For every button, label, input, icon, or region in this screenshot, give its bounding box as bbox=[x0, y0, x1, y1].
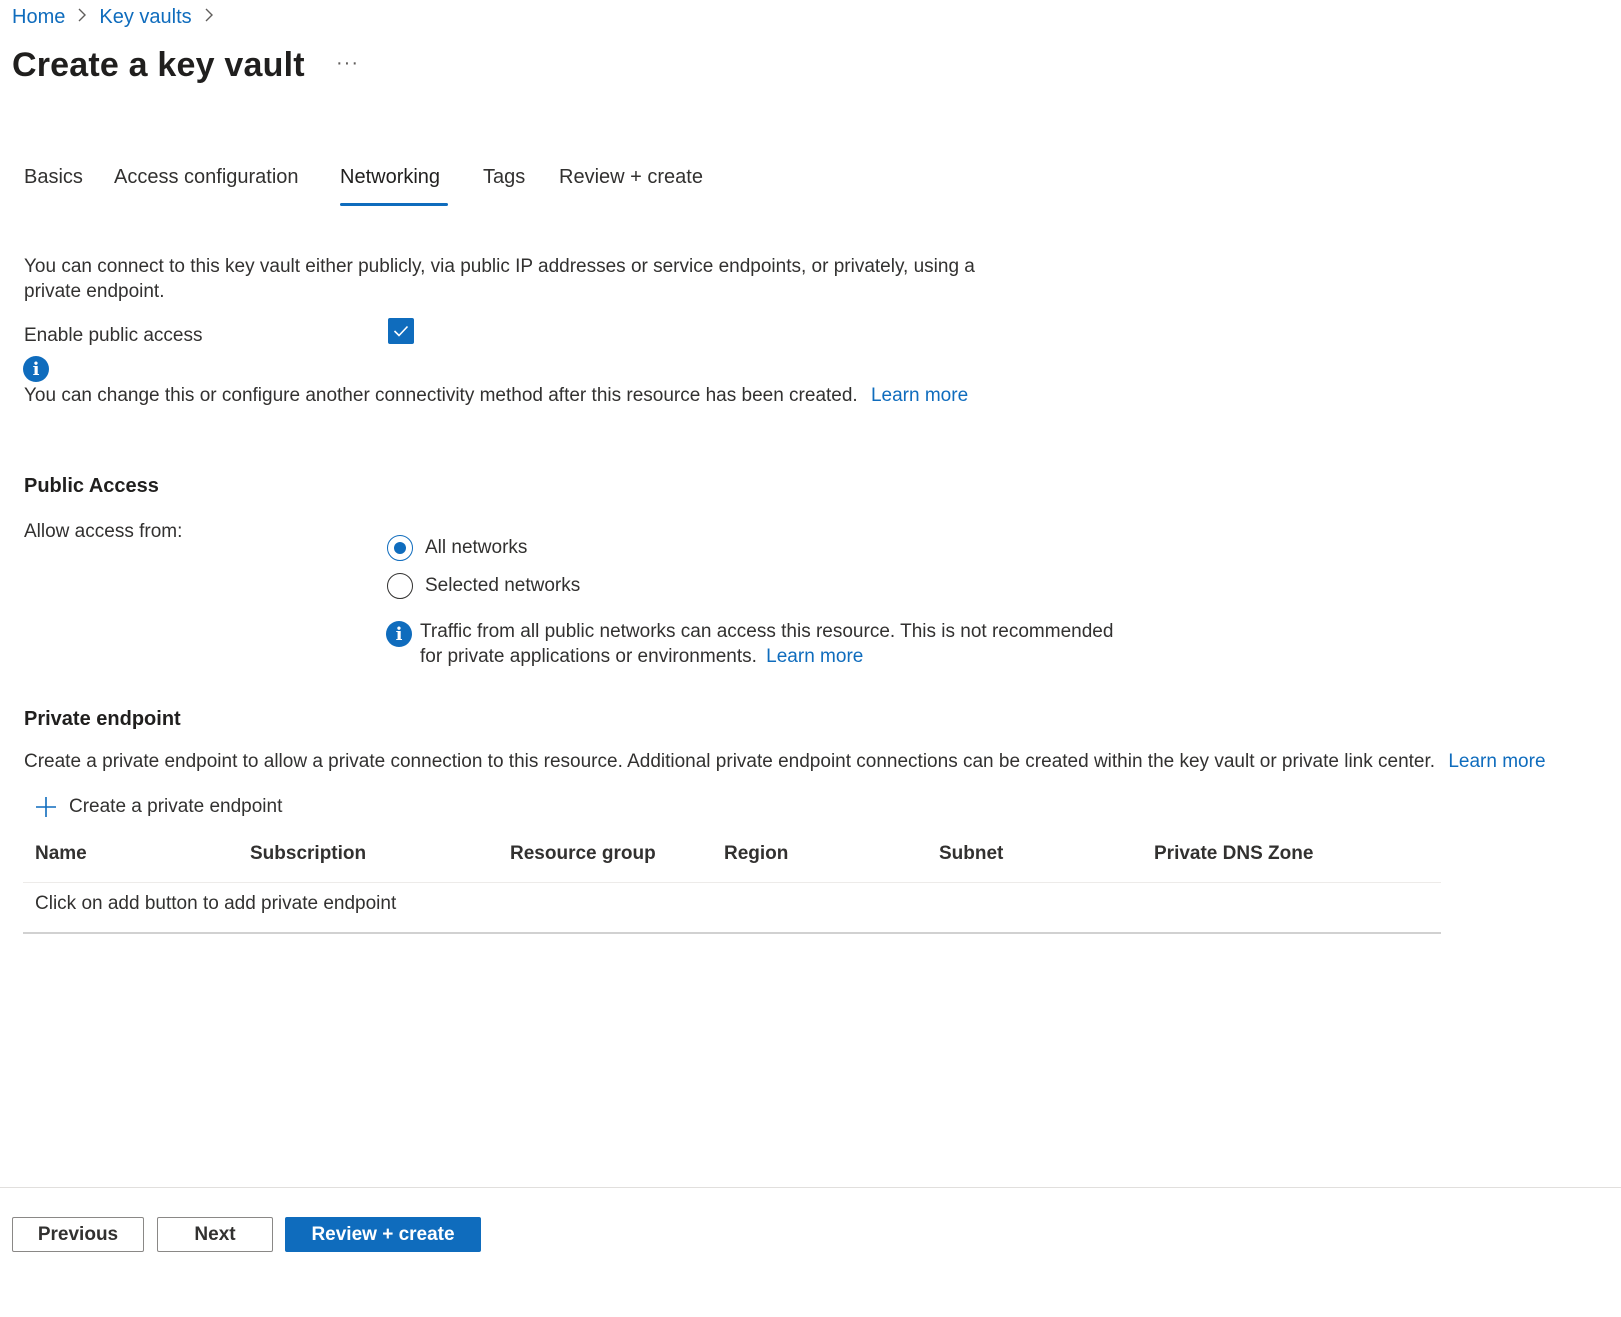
active-tab-indicator bbox=[340, 203, 448, 206]
public-access-learn-more-link[interactable]: Learn more bbox=[766, 646, 863, 667]
footer-divider bbox=[0, 1187, 1621, 1188]
public-access-info-line2-text: for private applications or environments… bbox=[420, 646, 757, 667]
public-access-info-line1: Traffic from all public networks can acc… bbox=[420, 621, 1114, 642]
tab-tags[interactable]: Tags bbox=[483, 166, 525, 189]
column-header-resource-group: Resource group bbox=[510, 843, 656, 864]
radio-selected-networks-label: Selected networks bbox=[425, 575, 581, 596]
radio-circle-selected bbox=[387, 535, 413, 561]
review-create-button[interactable]: Review + create bbox=[285, 1217, 481, 1252]
breadcrumb-key-vaults-link[interactable]: Key vaults bbox=[99, 6, 191, 29]
tab-networking[interactable]: Networking bbox=[340, 166, 440, 189]
breadcrumb: Home Key vaults bbox=[12, 6, 226, 29]
column-header-name: Name bbox=[35, 843, 87, 864]
add-icon bbox=[36, 796, 56, 817]
create-private-endpoint-button[interactable]: Create a private endpoint bbox=[34, 794, 282, 819]
private-endpoint-description: Create a private endpoint to allow a pri… bbox=[24, 749, 1546, 774]
info-icon: i bbox=[386, 621, 412, 647]
private-endpoint-learn-more-link[interactable]: Learn more bbox=[1448, 751, 1545, 772]
private-endpoint-description-text: Create a private endpoint to allow a pri… bbox=[24, 751, 1436, 772]
enable-public-access-checkbox[interactable] bbox=[388, 318, 414, 344]
column-header-private-dns-zone: Private DNS Zone bbox=[1154, 843, 1314, 864]
tab-access-configuration[interactable]: Access configuration bbox=[114, 166, 299, 189]
networking-intro: You can connect to this key vault either… bbox=[24, 256, 975, 302]
allow-access-label: Allow access from: bbox=[24, 521, 183, 542]
enable-public-access-label: Enable public access bbox=[24, 325, 203, 346]
table-bottom-divider bbox=[23, 932, 1441, 934]
private-endpoint-heading: Private endpoint bbox=[24, 708, 181, 730]
chevron-right-icon bbox=[77, 7, 87, 28]
previous-button[interactable]: Previous bbox=[12, 1217, 144, 1252]
change-note-text: You can change this or configure another… bbox=[24, 385, 858, 406]
info-icon: i bbox=[23, 356, 49, 382]
column-header-subnet: Subnet bbox=[939, 843, 1004, 864]
checkmark-icon bbox=[393, 325, 409, 337]
more-options-button[interactable]: ··· bbox=[336, 52, 359, 75]
column-header-subscription: Subscription bbox=[250, 843, 367, 864]
public-access-info-line2: for private applications or environments… bbox=[420, 644, 863, 669]
radio-all-networks[interactable]: All networks bbox=[387, 535, 527, 561]
change-note: You can change this or configure another… bbox=[24, 383, 968, 408]
page-title: Create a key vault bbox=[12, 46, 305, 84]
radio-selected-networks[interactable]: Selected networks bbox=[387, 573, 580, 599]
chevron-right-icon bbox=[204, 7, 214, 28]
table-empty-message: Click on add button to add private endpo… bbox=[35, 893, 397, 914]
public-access-heading: Public Access bbox=[24, 475, 159, 497]
breadcrumb-home-link[interactable]: Home bbox=[12, 6, 65, 29]
tab-basics[interactable]: Basics bbox=[24, 166, 83, 189]
create-private-endpoint-label: Create a private endpoint bbox=[69, 796, 283, 817]
tab-review-create[interactable]: Review + create bbox=[559, 166, 703, 189]
change-note-learn-more-link[interactable]: Learn more bbox=[871, 385, 968, 406]
next-button[interactable]: Next bbox=[157, 1217, 273, 1252]
radio-all-networks-label: All networks bbox=[425, 537, 528, 558]
radio-circle bbox=[387, 573, 413, 599]
column-header-region: Region bbox=[724, 843, 789, 864]
table-header-divider bbox=[23, 882, 1441, 883]
